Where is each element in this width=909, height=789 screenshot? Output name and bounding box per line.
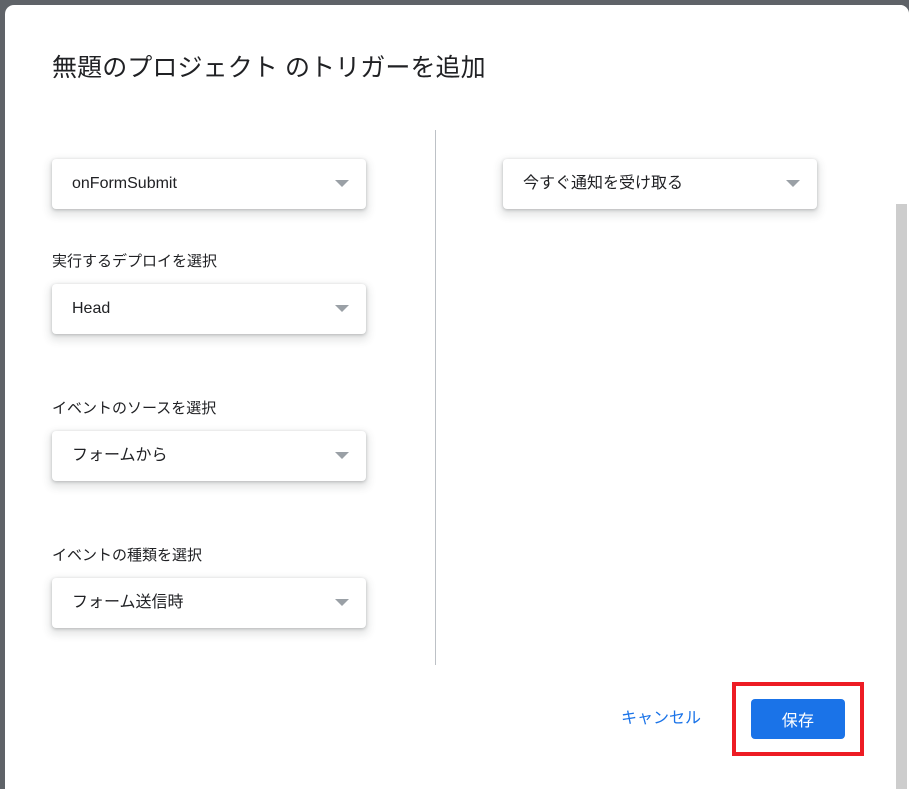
function-select[interactable]: onFormSubmit bbox=[52, 159, 366, 209]
field-group-failure-notification: 今すぐ通知を受け取る bbox=[503, 159, 817, 209]
chevron-down-icon bbox=[335, 180, 349, 187]
field-group-function: onFormSubmit bbox=[52, 159, 366, 209]
failure-notification-select[interactable]: 今すぐ通知を受け取る bbox=[503, 159, 817, 209]
scrollbar-thumb[interactable] bbox=[896, 204, 907, 789]
deployment-label: 実行するデプロイを選択 bbox=[52, 252, 366, 272]
event-type-select-value: フォーム送信時 bbox=[72, 578, 314, 628]
save-button[interactable]: 保存 bbox=[751, 699, 845, 739]
field-group-event-source: イベントのソースを選択 フォームから bbox=[52, 399, 366, 481]
add-trigger-dialog: 無題のプロジェクト のトリガーを追加 onFormSubmit 実行するデプロイ… bbox=[5, 5, 909, 789]
deployment-select-value: Head bbox=[72, 284, 314, 334]
chevron-down-icon bbox=[335, 452, 349, 459]
chevron-down-icon bbox=[335, 305, 349, 312]
cancel-button[interactable]: キャンセル bbox=[613, 701, 709, 737]
event-source-select-value: フォームから bbox=[72, 431, 314, 481]
failure-notification-select-value: 今すぐ通知を受け取る bbox=[523, 159, 765, 209]
column-divider bbox=[435, 130, 436, 665]
dialog-footer: キャンセル 保存 bbox=[5, 668, 909, 778]
field-group-event-type: イベントの種類を選択 フォーム送信時 bbox=[52, 546, 366, 628]
chevron-down-icon bbox=[786, 180, 800, 187]
scrollbar-track[interactable] bbox=[894, 5, 909, 789]
function-select-value: onFormSubmit bbox=[72, 159, 314, 209]
page-title: 無題のプロジェクト のトリガーを追加 bbox=[52, 51, 486, 85]
event-source-label: イベントのソースを選択 bbox=[52, 399, 366, 419]
event-type-label: イベントの種類を選択 bbox=[52, 546, 366, 566]
deployment-select[interactable]: Head bbox=[52, 284, 366, 334]
chevron-down-icon bbox=[335, 599, 349, 606]
event-type-select[interactable]: フォーム送信時 bbox=[52, 578, 366, 628]
field-group-deployment: 実行するデプロイを選択 Head bbox=[52, 252, 366, 334]
dialog-body: onFormSubmit 実行するデプロイを選択 Head イベントのソースを選… bbox=[5, 123, 909, 668]
event-source-select[interactable]: フォームから bbox=[52, 431, 366, 481]
